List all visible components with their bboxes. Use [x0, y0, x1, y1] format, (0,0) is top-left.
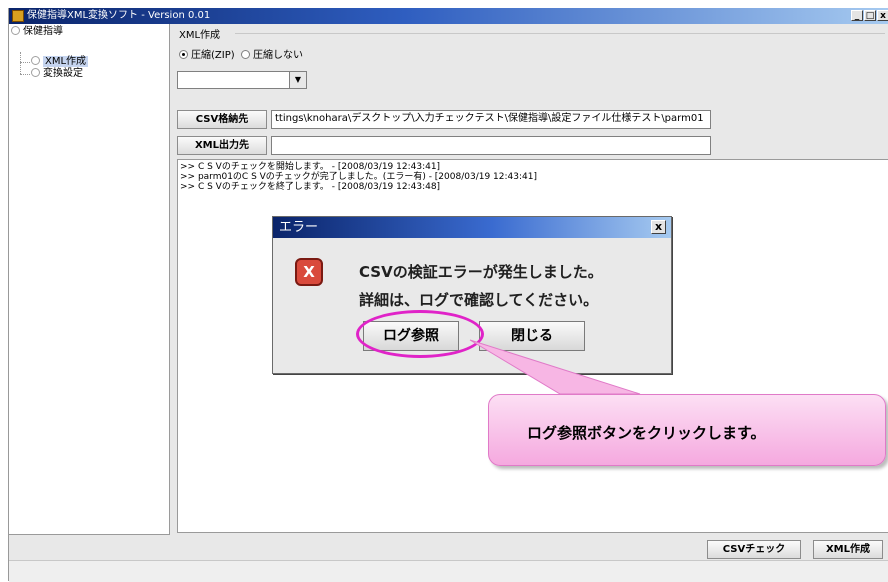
radio-nozip-label[interactable]: 圧縮しない [253, 50, 303, 61]
tree-connector [20, 62, 30, 63]
dialog-title-bar: エラー x [273, 217, 671, 238]
tree-item-settings[interactable]: 変換設定 [31, 68, 83, 80]
tree-root[interactable]: 保健指導 [11, 26, 63, 38]
minimize-button[interactable]: _ [851, 10, 863, 21]
window-controls: _ □ x [851, 10, 888, 21]
highlight-ring [356, 310, 484, 358]
radio-zip[interactable] [179, 50, 188, 59]
tree-connector [20, 52, 21, 74]
tree-item-label: XML作成 [43, 56, 89, 67]
error-icon: X [295, 258, 323, 286]
dialog-close-action-button[interactable]: 閉じる [479, 321, 585, 351]
close-window-button[interactable]: x [877, 10, 888, 21]
tree-root-label: 保健指導 [23, 26, 63, 37]
leaf-icon [31, 68, 40, 77]
group-title: XML作成 [179, 30, 221, 41]
app-icon [12, 10, 24, 22]
title-bar: 保健指導XML変換ソフト - Version 0.01 _ □ x [9, 8, 888, 24]
error-dialog: エラー x X CSVの検証エラーが発生しました。 詳細は、ログで確認してくださ… [272, 216, 672, 374]
radio-nozip[interactable] [241, 50, 250, 59]
maximize-button[interactable]: □ [864, 10, 876, 21]
xml-path-field[interactable] [271, 136, 711, 155]
xml-create-button[interactable]: XML作成 [813, 540, 883, 559]
group-divider [235, 33, 885, 34]
tree-connector [20, 74, 30, 75]
nav-tree: 保健指導 XML作成 変換設定 [9, 24, 170, 535]
csv-path-field[interactable]: ttings\knohara\デスクトップ\入力チェックテスト\保健指導\設定フ… [271, 110, 711, 129]
csv-location-button[interactable]: CSV格納先 [177, 110, 267, 129]
dialog-message-2: 詳細は、ログで確認してください。 [359, 291, 599, 309]
log-line: >> C S Vのチェックを開始します。 - [2008/03/19 12:43… [180, 162, 441, 172]
chevron-down-icon[interactable]: ▼ [289, 72, 306, 88]
callout-text: ログ参照ボタンをクリックします。 [527, 424, 766, 442]
collapse-icon[interactable] [11, 26, 20, 35]
csv-check-button[interactable]: CSVチェック [707, 540, 801, 559]
radio-zip-label[interactable]: 圧縮(ZIP) [191, 50, 235, 61]
log-line: >> C S Vのチェックを終了します。 - [2008/03/19 12:43… [180, 182, 441, 192]
instruction-callout: ログ参照ボタンをクリックします。 [488, 394, 886, 466]
xml-output-button[interactable]: XML出力先 [177, 136, 267, 155]
tree-item-label: 変換設定 [43, 68, 83, 79]
dialog-close-button[interactable]: x [651, 220, 666, 234]
dialog-title: エラー [279, 220, 319, 235]
window-title: 保健指導XML変換ソフト - Version 0.01 [27, 10, 211, 21]
bottom-bar: CSVチェック XML作成 [175, 536, 888, 559]
leaf-icon [31, 56, 40, 65]
dialog-message-1: CSVの検証エラーが発生しました。 [359, 263, 603, 281]
status-bar [9, 560, 888, 582]
compression-options: 圧縮(ZIP) 圧縮しない [179, 46, 303, 61]
log-line: >> parm01のC S Vのチェックが完了しました。(エラー有) - [20… [180, 172, 537, 182]
tree-item-xml-create[interactable]: XML作成 [31, 56, 89, 68]
dropdown-select[interactable]: ▼ [177, 71, 307, 89]
